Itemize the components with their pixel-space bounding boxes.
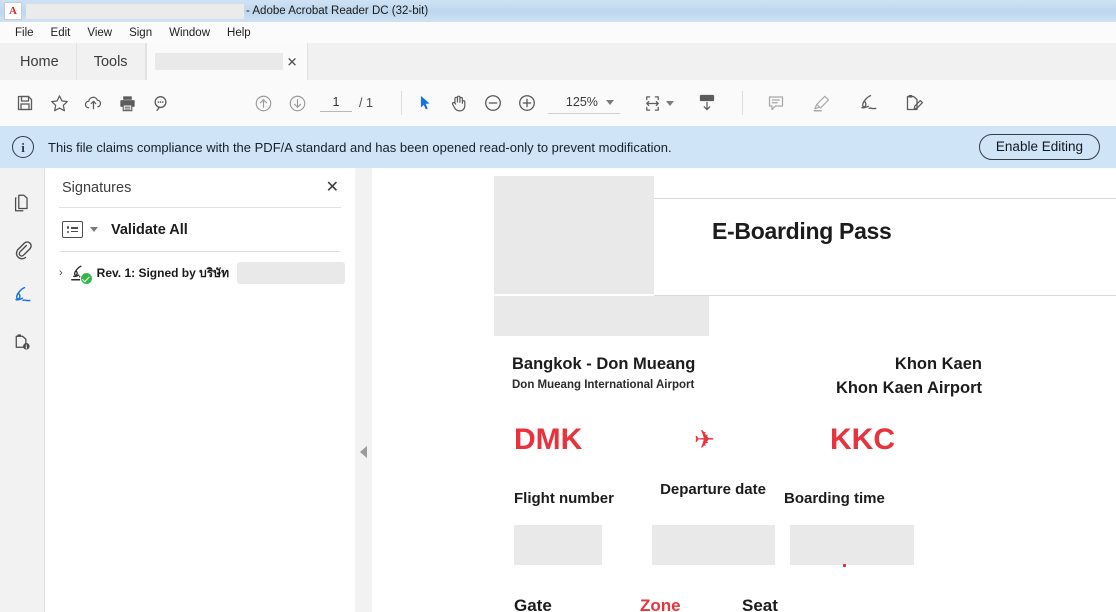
divider bbox=[654, 198, 1116, 199]
pdfa-notification-bar: i This file claims compliance with the P… bbox=[0, 126, 1116, 169]
save-icon[interactable] bbox=[8, 86, 42, 120]
scroll-mode-icon[interactable] bbox=[690, 86, 724, 120]
menu-item-sign[interactable]: Sign bbox=[121, 25, 161, 41]
next-page-icon[interactable] bbox=[280, 86, 314, 120]
origin-city: Bangkok - Don Mueang bbox=[512, 355, 696, 373]
destination-city: Khon Kaen bbox=[894, 355, 982, 373]
destination-code: KKC bbox=[830, 423, 895, 456]
flight-number-label: Flight number bbox=[514, 490, 614, 507]
options-list-icon bbox=[62, 221, 83, 238]
page-navigation: 1 / 1 bbox=[320, 94, 373, 112]
origin-airport: Don Mueang International Airport bbox=[512, 379, 695, 391]
menu-item-file[interactable]: File bbox=[7, 25, 43, 41]
collapse-panel-icon[interactable] bbox=[360, 446, 367, 458]
tab-document[interactable]: ✕ bbox=[145, 43, 308, 80]
signatures-panel-header: Signatures ✕ bbox=[45, 168, 355, 207]
gate-label: Gate bbox=[514, 596, 552, 612]
boarding-time-value-redacted bbox=[790, 525, 914, 565]
close-icon[interactable]: ✕ bbox=[326, 180, 339, 196]
chevron-right-icon[interactable]: › bbox=[59, 267, 63, 279]
hand-pan-icon[interactable] bbox=[442, 86, 476, 120]
adobe-acrobat-icon: A bbox=[4, 2, 22, 20]
menu-bar: File Edit View Sign Window Help bbox=[0, 22, 1116, 44]
highlighter-icon[interactable] bbox=[805, 86, 839, 120]
signatures-icon[interactable] bbox=[5, 278, 39, 312]
divider bbox=[654, 295, 1116, 296]
print-icon[interactable] bbox=[110, 86, 144, 120]
signatures-panel-title: Signatures bbox=[62, 180, 132, 196]
document-properties-icon[interactable] bbox=[5, 324, 39, 358]
airplane-icon: ✈ bbox=[694, 426, 715, 454]
window-title-text: - Adobe Acrobat Reader DC (32-bit) bbox=[246, 5, 429, 17]
fit-page-chevron-down-icon[interactable] bbox=[665, 100, 674, 106]
toolbar-divider-1 bbox=[400, 91, 402, 115]
signature-label: Rev. 1: Signed by บริษัท bbox=[96, 265, 230, 280]
enable-editing-button[interactable]: Enable Editing bbox=[978, 134, 1100, 160]
fit-page-icon[interactable] bbox=[636, 86, 670, 120]
comment-icon[interactable] bbox=[759, 86, 793, 120]
info-icon: i bbox=[12, 136, 34, 158]
page-number-input[interactable]: 1 bbox=[320, 94, 352, 112]
panel-divider bbox=[355, 168, 373, 612]
attachments-icon[interactable] bbox=[5, 232, 39, 266]
menu-item-window[interactable]: Window bbox=[161, 25, 219, 41]
document-viewport[interactable]: E-Boarding Pass Bangkok - Don Mueang Don… bbox=[372, 168, 1116, 612]
main-toolbar: 1 / 1 125% bbox=[0, 80, 1116, 127]
cursor-select-icon[interactable] bbox=[408, 86, 442, 120]
boarding-time-label: Boarding time bbox=[784, 490, 885, 507]
close-icon[interactable]: ✕ bbox=[287, 55, 298, 68]
zoom-level-label: 125% bbox=[565, 95, 598, 109]
navigation-rail bbox=[0, 168, 45, 612]
destination-airport: Khon Kaen Airport bbox=[835, 379, 982, 397]
menu-item-help[interactable]: Help bbox=[219, 25, 260, 41]
status-badge bbox=[79, 272, 93, 285]
redacted-passenger-block bbox=[494, 296, 709, 336]
notification-message: This file claims compliance with the PDF… bbox=[48, 139, 672, 155]
signed-icon bbox=[69, 264, 93, 285]
origin-code: DMK bbox=[514, 423, 583, 456]
zone-label: Zone bbox=[640, 596, 681, 612]
pdf-page: E-Boarding Pass Bangkok - Don Mueang Don… bbox=[372, 168, 1116, 612]
sign-icon[interactable] bbox=[851, 86, 885, 120]
validate-all-row[interactable]: Validate All bbox=[45, 208, 355, 251]
departure-date-label: Departure date bbox=[660, 481, 766, 498]
window-titlebar: A - Adobe Acrobat Reader DC (32-bit) bbox=[0, 0, 1116, 23]
redacted-logo-block bbox=[494, 176, 654, 294]
title-redacted-filename bbox=[26, 3, 244, 19]
signature-list-item[interactable]: › Rev. 1: Signed by บริษัท bbox=[45, 252, 355, 294]
tab-tools[interactable]: Tools bbox=[77, 43, 146, 80]
signatures-panel: Signatures ✕ Validate All › Rev. 1: Sign… bbox=[45, 168, 356, 612]
seat-label: Seat bbox=[742, 596, 778, 612]
tab-bar: Home Tools ✕ bbox=[0, 43, 1116, 81]
zoom-in-icon[interactable] bbox=[510, 86, 544, 120]
toolbar-divider-2 bbox=[741, 91, 743, 115]
previous-page-icon[interactable] bbox=[246, 86, 280, 120]
search-icon[interactable] bbox=[144, 86, 178, 120]
chevron-down-icon[interactable] bbox=[605, 99, 614, 105]
cloud-upload-icon[interactable] bbox=[76, 86, 110, 120]
zoom-out-icon[interactable] bbox=[476, 86, 510, 120]
zoom-level-control[interactable]: 125% bbox=[547, 92, 620, 114]
decorative-dot bbox=[843, 564, 846, 567]
menu-item-edit[interactable]: Edit bbox=[43, 25, 80, 41]
chevron-down-icon[interactable] bbox=[90, 227, 98, 232]
page-total-label: / 1 bbox=[359, 96, 373, 110]
tab-home[interactable]: Home bbox=[0, 43, 77, 80]
star-icon[interactable] bbox=[42, 86, 76, 120]
tab-document-redacted-label bbox=[154, 53, 283, 70]
signature-redacted-value bbox=[237, 262, 345, 284]
boarding-pass-title: E-Boarding Pass bbox=[712, 218, 892, 244]
validate-all-label: Validate All bbox=[111, 221, 188, 238]
flight-number-value-redacted bbox=[514, 525, 602, 565]
departure-date-value-redacted bbox=[652, 525, 775, 565]
page-thumbnails-icon[interactable] bbox=[5, 186, 39, 220]
menu-item-view[interactable]: View bbox=[79, 25, 121, 41]
fill-and-sign-icon[interactable] bbox=[897, 86, 931, 120]
